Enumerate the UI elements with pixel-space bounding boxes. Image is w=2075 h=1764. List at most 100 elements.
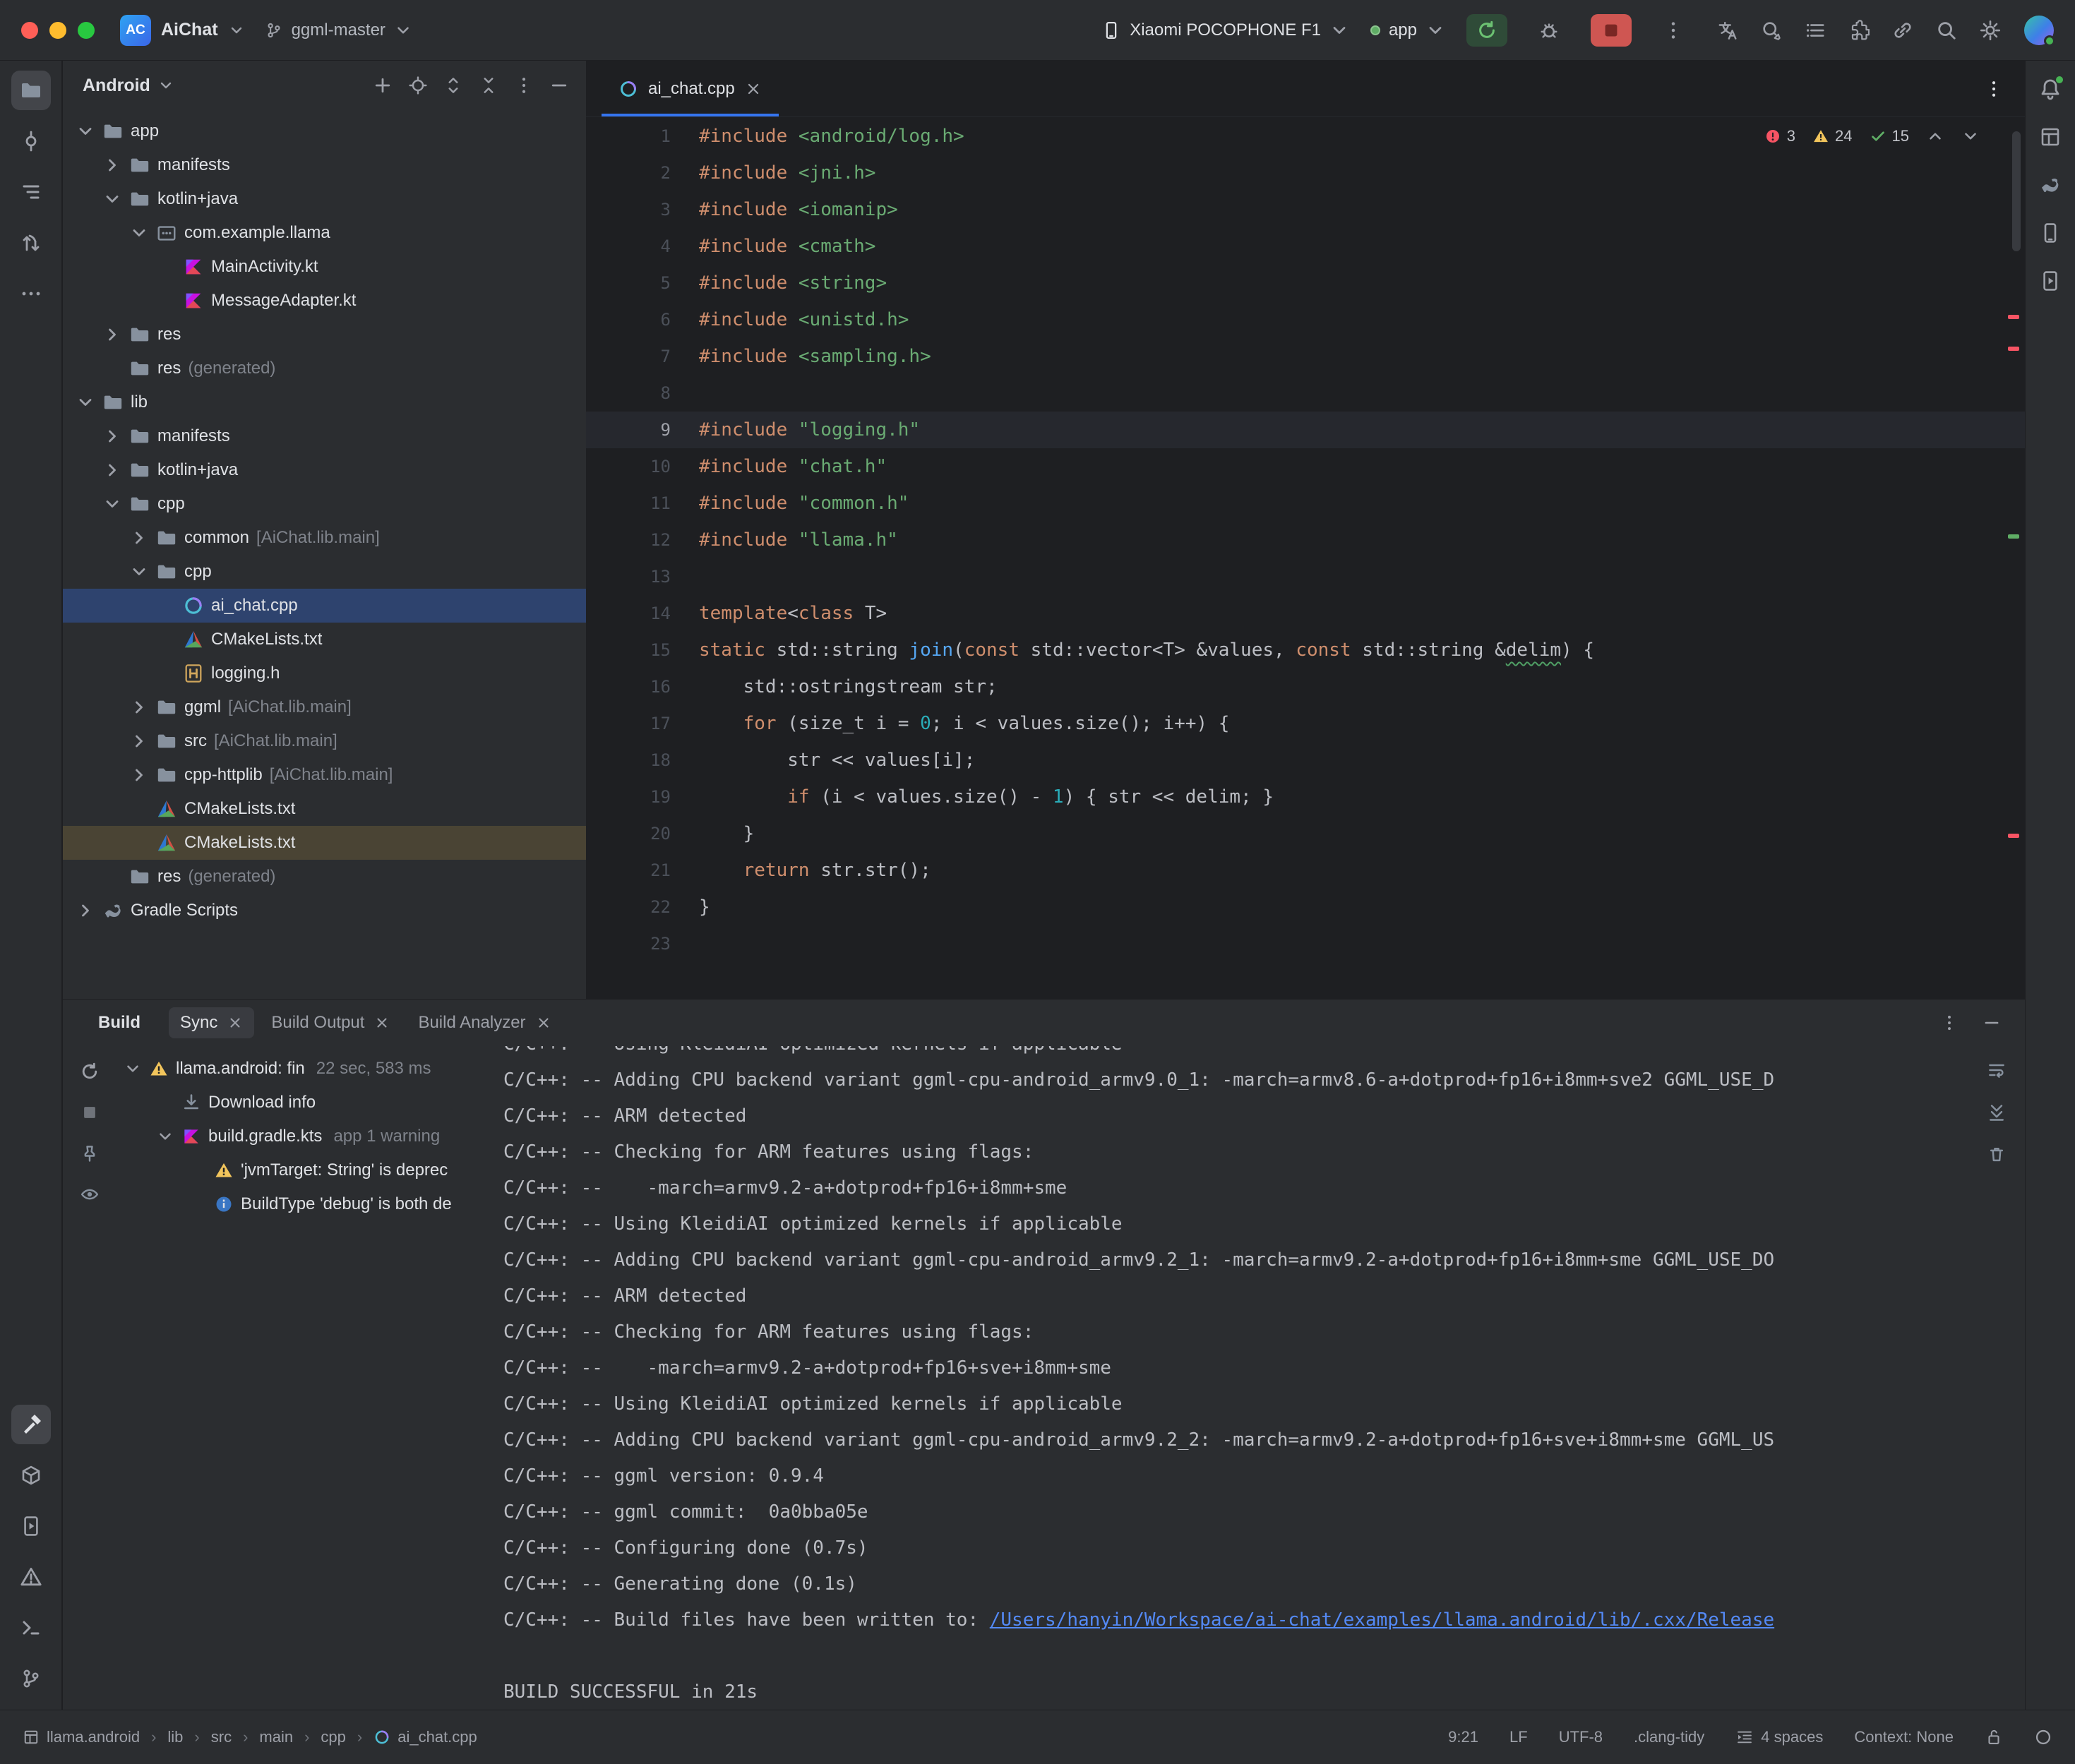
tree-item-cpp[interactable]: cpp — [63, 555, 586, 589]
project-widget[interactable]: AC AiChat — [120, 15, 245, 46]
tool-window-button-structure[interactable] — [11, 172, 51, 212]
build-console[interactable]: C/C++: -- Using KleidiAI optimized kerne… — [503, 1046, 1961, 1710]
rerun-sync-button[interactable] — [74, 1056, 105, 1087]
error-stripe-mark[interactable] — [2008, 834, 2019, 838]
errors-badge[interactable]: 3 — [1764, 127, 1795, 145]
chevron-right-icon[interactable] — [129, 731, 149, 751]
search-button[interactable] — [1934, 18, 1959, 43]
build-tree-item-download-info[interactable]: Download info — [116, 1086, 503, 1120]
chevron-right-icon[interactable] — [102, 325, 122, 344]
breadcrumb-main[interactable]: main — [259, 1728, 293, 1746]
build-tree-item-buildtype-debug-is-both-de[interactable]: BuildType 'debug' is both de — [116, 1187, 503, 1221]
warnings-badge[interactable]: 24 — [1812, 127, 1852, 145]
close-window-button[interactable] — [21, 22, 38, 39]
tree-item-ggml[interactable]: ggml[AiChat.lib.main] — [63, 690, 586, 724]
code-line-3[interactable]: 3#include <iomanip> — [586, 191, 2025, 228]
tree-item-ai-chat-cpp[interactable]: ai_chat.cpp — [63, 589, 586, 623]
code-line-13[interactable]: 13 — [586, 558, 2025, 595]
close-tab-icon[interactable] — [745, 80, 762, 97]
tree-item-manifests[interactable]: manifests — [63, 419, 586, 453]
code-line-2[interactable]: 2#include <jni.h> — [586, 155, 2025, 191]
build-tab-build-output[interactable]: Build Output — [260, 1007, 401, 1038]
build-tree-item-llama-android-fin[interactable]: llama.android: fin22 sec, 583 ms — [116, 1052, 503, 1086]
chevron-down-icon[interactable] — [156, 1127, 174, 1146]
breadcrumb-src[interactable]: src — [211, 1728, 232, 1746]
chevron-right-icon[interactable] — [76, 901, 95, 920]
editor-scrollbar[interactable] — [2012, 131, 2021, 251]
chevron-right-icon[interactable] — [102, 426, 122, 446]
code-line-21[interactable]: 21 return str.str(); — [586, 852, 2025, 889]
chevron-right-icon[interactable] — [102, 460, 122, 480]
project-view-selector[interactable]: Android — [83, 76, 174, 96]
chevron-down-icon[interactable] — [102, 494, 122, 514]
clear-all-button[interactable] — [1981, 1139, 2012, 1170]
plugins-button[interactable] — [1846, 18, 1872, 43]
tree-item-lib[interactable]: lib — [63, 385, 586, 419]
tree-item-common[interactable]: common[AiChat.lib.main] — [63, 521, 586, 555]
tool-window-button-terminal[interactable] — [11, 1608, 51, 1648]
copy-link-button[interactable] — [1890, 18, 1915, 43]
code-line-18[interactable]: 18 str << values[i]; — [586, 742, 2025, 779]
status-widget-file-lock[interactable] — [1985, 1728, 2003, 1746]
debug-button[interactable] — [1529, 14, 1569, 47]
code-line-4[interactable]: 4#include <cmath> — [586, 228, 2025, 265]
chevron-down-icon[interactable] — [124, 1060, 142, 1078]
tree-item-kotlin-java[interactable]: kotlin+java — [63, 182, 586, 216]
breadcrumb-ai-chat-cpp[interactable]: ai_chat.cpp — [373, 1728, 477, 1746]
code-line-16[interactable]: 16 std::ostringstream str; — [586, 668, 2025, 705]
more-run-actions-button[interactable] — [1653, 14, 1694, 47]
code-line-6[interactable]: 6#include <unistd.h> — [586, 301, 2025, 338]
chevron-right-icon[interactable] — [129, 697, 149, 717]
zoom-window-button[interactable] — [78, 22, 95, 39]
expand-all-button[interactable] — [438, 70, 469, 101]
close-tab-icon[interactable] — [374, 1015, 390, 1031]
editor-tab-ai-chat-cpp[interactable]: ai_chat.cpp — [602, 61, 779, 116]
stop-sync-button[interactable] — [74, 1097, 105, 1128]
tree-item-kotlin-java[interactable]: kotlin+java — [63, 453, 586, 487]
close-tab-icon[interactable] — [536, 1015, 551, 1031]
code-line-9[interactable]: 9#include "logging.h" — [586, 412, 2025, 448]
chevron-down-icon[interactable] — [129, 223, 149, 243]
tree-item-cmakelists-txt[interactable]: CMakeLists.txt — [63, 792, 586, 826]
run-config-selector[interactable]: app — [1370, 20, 1445, 40]
ai-translate-button[interactable] — [1715, 18, 1740, 43]
status-widget-clang-tidy[interactable]: .clang-tidy — [1634, 1728, 1704, 1746]
settings-button[interactable] — [1978, 18, 2003, 43]
code-line-5[interactable]: 5#include <string> — [586, 265, 2025, 301]
close-tab-icon[interactable] — [227, 1015, 243, 1031]
tool-window-button-problems[interactable] — [11, 1557, 51, 1597]
build-options-button[interactable] — [1935, 1008, 1964, 1038]
hide-build-panel-button[interactable] — [1977, 1008, 2007, 1038]
status-widget-background-tasks[interactable] — [2034, 1728, 2052, 1746]
chevron-right-icon[interactable] — [129, 528, 149, 548]
code-line-10[interactable]: 10#include "chat.h" — [586, 448, 2025, 485]
tree-item-cmakelists-txt[interactable]: CMakeLists.txt — [63, 623, 586, 656]
tree-item-res[interactable]: res(generated) — [63, 860, 586, 894]
tool-window-button-project[interactable] — [11, 71, 51, 110]
chevron-down-icon[interactable] — [76, 392, 95, 412]
show-details-button[interactable] — [74, 1179, 105, 1210]
tool-window-button-more-tool-windows[interactable] — [11, 274, 51, 313]
new-button[interactable] — [367, 70, 398, 101]
options-button[interactable] — [508, 70, 539, 101]
status-widget-line-separator[interactable]: LF — [1509, 1728, 1528, 1746]
tree-item-cpp[interactable]: cpp — [63, 487, 586, 521]
code-line-7[interactable]: 7#include <sampling.h> — [586, 338, 2025, 375]
code-line-19[interactable]: 19 if (i < values.size() - 1) { str << d… — [586, 779, 2025, 815]
build-window-title[interactable]: Build — [98, 1013, 140, 1033]
change-stripe-mark[interactable] — [2008, 534, 2019, 539]
tool-window-button-build-variants[interactable] — [2032, 119, 2069, 155]
tree-item-mainactivity-kt[interactable]: MainActivity.kt — [63, 250, 586, 284]
build-tree-item-jvmtarget-string-is-deprec[interactable]: 'jvmTarget: String' is deprec — [116, 1153, 503, 1187]
editor-tab-options-button[interactable] — [1978, 73, 2009, 104]
passed-badge[interactable]: 15 — [1870, 127, 1909, 145]
status-widget-indentation[interactable]: 4 spaces — [1735, 1728, 1823, 1746]
chevron-right-icon[interactable] — [102, 155, 122, 175]
soft-wrap-button[interactable] — [1981, 1055, 2012, 1086]
breadcrumb-cpp[interactable]: cpp — [321, 1728, 345, 1746]
tool-window-button-commit[interactable] — [11, 121, 51, 161]
build-tab-build-analyzer[interactable]: Build Analyzer — [407, 1007, 562, 1038]
tool-window-button-logcat[interactable] — [11, 1506, 51, 1546]
chevron-right-icon[interactable] — [129, 765, 149, 785]
tool-window-button-build[interactable] — [11, 1405, 51, 1444]
